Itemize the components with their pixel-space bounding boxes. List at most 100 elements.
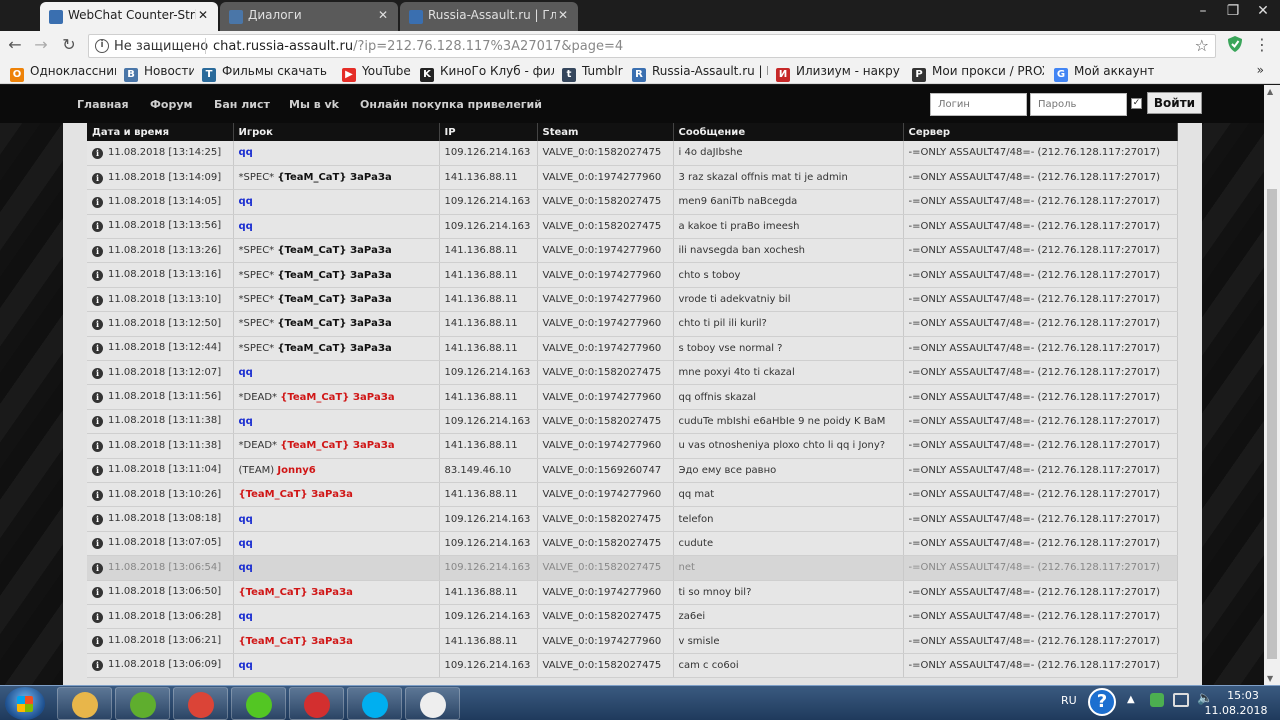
chrome-taskbar-button[interactable] — [173, 687, 228, 720]
column-header-steam[interactable]: Steam — [537, 123, 674, 141]
scroll-down-arrow-icon[interactable]: ▼ — [1267, 674, 1273, 683]
url-text[interactable]: chat.russia-assault.ru/?ip=212.76.128.11… — [213, 39, 623, 54]
close-window-button[interactable]: ✕ — [1248, 0, 1278, 24]
browser-tab[interactable]: WebChat Counter-Strike✕ — [40, 2, 218, 31]
page-scrollbar[interactable]: ▲ ▼ — [1264, 85, 1280, 685]
adguard-shield-icon[interactable] — [1225, 35, 1245, 55]
bookmark-item[interactable]: T Фильмы скачать тор — [202, 64, 330, 82]
player-name[interactable]: qq — [239, 196, 253, 207]
bookmark-item[interactable]: О Одноклассники — [10, 64, 116, 82]
player-name[interactable]: {TeaM_CaT} ЗаРаЗа — [239, 636, 353, 647]
network-icon[interactable] — [1173, 693, 1189, 707]
player-name[interactable]: qq — [239, 221, 253, 232]
info-icon[interactable]: i — [92, 294, 103, 306]
language-indicator[interactable]: RU — [1061, 694, 1077, 707]
info-icon[interactable]: i — [95, 39, 109, 53]
clock-time[interactable]: 15:03 — [1214, 689, 1272, 702]
utorrent-taskbar-button[interactable] — [115, 687, 170, 720]
player-name[interactable]: Jonny6 — [277, 465, 315, 476]
column-header-ip[interactable]: IP — [439, 123, 538, 141]
player-name[interactable]: qq — [239, 660, 253, 671]
apple-app-taskbar-button[interactable] — [289, 687, 344, 720]
player-name[interactable]: {TeaM_CaT} ЗаРаЗа — [277, 343, 391, 354]
player-name[interactable]: {TeaM_CaT} ЗаРаЗа — [277, 294, 391, 305]
site-nav-link[interactable]: Форум — [150, 98, 193, 111]
info-icon[interactable]: i — [92, 172, 103, 184]
info-icon[interactable]: i — [92, 440, 103, 452]
browser-tab[interactable]: Russia-Assault.ru | Глав✕ — [400, 2, 578, 31]
show-hidden-icons-icon[interactable]: ▲ — [1127, 694, 1135, 705]
tab-close-icon[interactable]: ✕ — [198, 8, 208, 22]
bookmark-item[interactable]: P Мои прокси / PROXY — [912, 64, 1044, 82]
address-bar[interactable]: i Не защищено chat.russia-assault.ru/?ip… — [88, 34, 1216, 58]
utorrent-tray-icon[interactable] — [1150, 693, 1164, 707]
forward-arrow-icon[interactable]: → — [30, 35, 52, 55]
player-name[interactable]: {TeaM_CaT} ЗаРаЗа — [277, 172, 391, 183]
info-icon[interactable]: i — [92, 147, 103, 159]
tab-close-icon[interactable]: ✕ — [378, 8, 388, 22]
bookmark-item[interactable]: K КиноГо Клуб - филь — [420, 64, 554, 82]
info-icon[interactable]: i — [92, 392, 103, 404]
login-input[interactable] — [930, 93, 1027, 116]
minimize-button[interactable]: – — [1188, 0, 1218, 24]
player-name[interactable]: qq — [239, 514, 253, 525]
bookmark-item[interactable]: R Russia-Assault.ru | Мс — [632, 64, 768, 82]
info-icon[interactable]: i — [92, 538, 103, 550]
info-icon[interactable]: i — [92, 367, 103, 379]
bookmark-star-icon[interactable]: ☆ — [1195, 36, 1209, 55]
icq-taskbar-button[interactable] — [231, 687, 286, 720]
info-icon[interactable]: i — [92, 270, 103, 282]
player-name[interactable]: qq — [239, 147, 253, 158]
bookmark-item[interactable]: ▶ YouTube — [342, 64, 411, 82]
browser-tab[interactable]: Диалоги ✕ — [220, 2, 398, 31]
info-icon[interactable]: i — [92, 318, 103, 330]
bookmark-item[interactable]: G Мой аккаунт — [1054, 64, 1154, 82]
info-icon[interactable]: i — [92, 514, 103, 526]
info-icon[interactable]: i — [92, 221, 103, 233]
security-status[interactable]: Не защищено — [114, 39, 208, 54]
bookmark-item[interactable]: t Tumblr — [562, 64, 623, 82]
reload-icon[interactable]: ↻ — [58, 35, 80, 55]
player-name[interactable]: qq — [239, 611, 253, 622]
column-header-server[interactable]: Сервер — [903, 123, 1178, 141]
login-button[interactable]: Войти — [1147, 92, 1202, 114]
info-icon[interactable]: i — [92, 489, 103, 501]
counter-strike-taskbar-button[interactable] — [405, 687, 460, 720]
player-name[interactable]: qq — [239, 538, 253, 549]
bookmark-item[interactable]: И Илизиум - накрутка — [776, 64, 900, 82]
info-icon[interactable]: i — [92, 416, 103, 428]
explorer-taskbar-button[interactable] — [57, 687, 112, 720]
help-icon[interactable]: ? — [1088, 688, 1116, 716]
info-icon[interactable]: i — [92, 636, 103, 647]
player-name[interactable]: qq — [239, 562, 253, 573]
column-header-message[interactable]: Сообщение — [673, 123, 904, 141]
start-button[interactable] — [5, 687, 45, 720]
info-icon[interactable]: i — [92, 245, 103, 257]
player-name[interactable]: {TeaM_CaT} ЗаРаЗа — [277, 270, 391, 281]
maximize-button[interactable]: ❐ — [1218, 0, 1248, 24]
tab-close-icon[interactable]: ✕ — [558, 8, 568, 22]
bookmarks-overflow-icon[interactable]: » — [1257, 63, 1264, 77]
scroll-up-arrow-icon[interactable]: ▲ — [1267, 87, 1273, 96]
player-name[interactable]: {TeaM_CaT} ЗаРаЗа — [277, 245, 391, 256]
info-icon[interactable]: i — [92, 196, 103, 208]
column-header-datetime[interactable]: Дата и время — [87, 123, 234, 141]
password-input[interactable] — [1030, 93, 1127, 116]
remember-checkbox[interactable]: ✓ — [1131, 98, 1142, 109]
info-icon[interactable]: i — [92, 465, 103, 477]
player-name[interactable]: {TeaM_CaT} ЗаРаЗа — [239, 489, 353, 500]
info-icon[interactable]: i — [92, 660, 103, 672]
scrollbar-thumb[interactable] — [1267, 189, 1277, 659]
player-name[interactable]: qq — [239, 367, 253, 378]
player-name[interactable]: {TeaM_CaT} ЗаРаЗа — [280, 440, 394, 451]
info-icon[interactable]: i — [92, 587, 103, 599]
player-name[interactable]: {TeaM_CaT} ЗаРаЗа — [280, 392, 394, 403]
back-arrow-icon[interactable]: ← — [4, 35, 26, 55]
site-nav-link[interactable]: Мы в vk — [289, 98, 339, 111]
player-name[interactable]: qq — [239, 416, 253, 427]
column-header-player[interactable]: Игрок — [233, 123, 440, 141]
info-icon[interactable]: i — [92, 343, 103, 355]
player-name[interactable]: {TeaM_CaT} ЗаРаЗа — [239, 587, 353, 598]
site-nav-link[interactable]: Онлайн покупка привелегий — [360, 98, 542, 111]
player-name[interactable]: {TeaM_CaT} ЗаРаЗа — [277, 318, 391, 329]
